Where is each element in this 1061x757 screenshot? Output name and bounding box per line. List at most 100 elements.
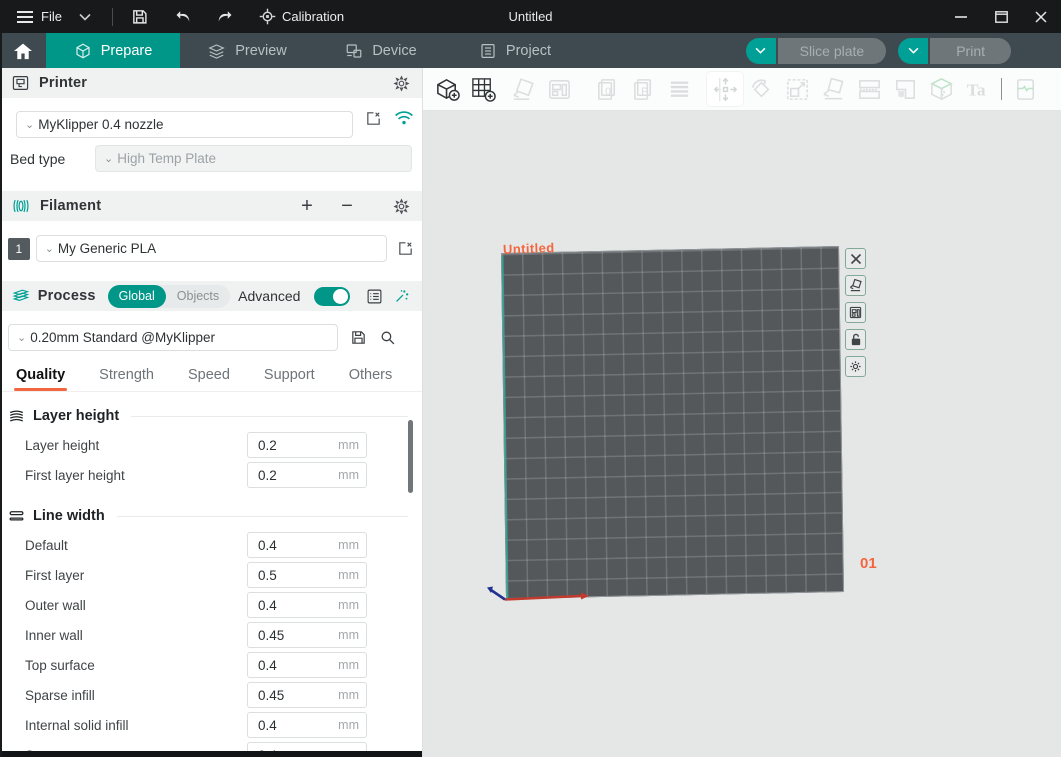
close-button[interactable] (1021, 0, 1061, 33)
plate-settings-button[interactable] (845, 356, 866, 377)
line-width-icon (8, 509, 25, 523)
tab-quality[interactable]: Quality (16, 367, 65, 391)
arrange-plate-button[interactable] (845, 302, 866, 323)
group-divider (131, 416, 408, 417)
outer-wall-line-width-input[interactable] (247, 592, 367, 618)
scale-tool-button[interactable] (779, 72, 815, 106)
printer-preset-select[interactable]: ⌄ MyKlipper 0.4 nozzle (16, 111, 353, 138)
parameter-list-button[interactable] (366, 288, 383, 305)
filament-section-title: Filament (40, 198, 101, 214)
internal-solid-infill-line-width-input[interactable] (247, 712, 367, 738)
scene-3d[interactable]: Untitled 01 (423, 111, 1061, 757)
param-row: First layer height mm (0, 460, 422, 490)
tab-device[interactable]: Device (314, 33, 448, 68)
tab-strength[interactable]: Strength (99, 367, 154, 391)
tab-speed[interactable]: Speed (188, 367, 230, 391)
add-plate-button[interactable] (465, 72, 501, 106)
wifi-icon (394, 110, 414, 126)
text-tool-icon: Ta (964, 76, 991, 103)
tab-project[interactable]: Project (448, 33, 582, 68)
text-tool-button[interactable]: Ta (959, 72, 995, 106)
variable-layer-height-button[interactable] (661, 72, 697, 106)
tab-device-label: Device (372, 43, 416, 59)
add-filament-button[interactable]: + (295, 195, 319, 218)
bed-type-select[interactable]: ⌄ High Temp Plate (95, 145, 412, 172)
gear-icon (393, 75, 410, 92)
toolbar-separator (1001, 78, 1002, 100)
param-field: mm (247, 462, 367, 488)
arrange-button[interactable] (541, 72, 577, 106)
undo-button[interactable] (171, 5, 197, 29)
tab-preview[interactable]: Preview (180, 33, 314, 68)
edit-printer-button[interactable] (365, 110, 382, 127)
layer-height-input[interactable] (247, 432, 367, 458)
orient-plate-button[interactable] (845, 275, 866, 296)
save-preset-button[interactable] (350, 329, 367, 346)
filament-preset-select[interactable]: ⌄ My Generic PLA (36, 235, 387, 262)
printer-settings-button[interactable] (393, 75, 410, 92)
sparse-infill-line-width-input[interactable] (247, 682, 367, 708)
undo-icon (175, 9, 193, 24)
tab-prepare-label: Prepare (101, 43, 153, 59)
split-to-parts-button[interactable] (887, 72, 923, 106)
file-menu-button[interactable]: File (10, 5, 68, 28)
paste-button[interactable]: P (625, 72, 661, 106)
copy-button[interactable]: 0 (589, 72, 625, 106)
minimize-button[interactable] (941, 0, 981, 33)
svg-text:P: P (641, 85, 648, 97)
assembly-view-button[interactable] (1008, 72, 1044, 106)
tab-others[interactable]: Others (349, 367, 393, 391)
assembly-icon (1013, 76, 1040, 103)
advanced-toggle[interactable] (314, 287, 350, 306)
param-field: mm (247, 712, 367, 738)
file-menu-label: File (41, 9, 62, 24)
add-object-button[interactable] (429, 72, 465, 106)
sidebar-scrollbar[interactable] (408, 420, 413, 493)
delete-plate-button[interactable] (845, 248, 866, 269)
mesh-boolean-button[interactable] (923, 72, 959, 106)
remove-filament-button[interactable]: − (335, 195, 359, 218)
filament-settings-button[interactable] (393, 198, 410, 215)
print-dropdown[interactable] (898, 38, 928, 64)
redo-button[interactable] (211, 5, 237, 29)
scope-objects-option[interactable]: Objects (166, 285, 230, 308)
split-to-objects-button[interactable] (851, 72, 887, 106)
slice-plate-dropdown[interactable] (746, 38, 776, 64)
printer-connection-button[interactable] (394, 110, 414, 126)
tab-support[interactable]: Support (264, 367, 315, 391)
move-tool-button[interactable] (707, 72, 743, 106)
lock-plate-button[interactable] (845, 329, 866, 350)
search-preset-button[interactable] (379, 329, 396, 346)
param-label: Outer wall (25, 598, 86, 613)
file-menu-chevron[interactable] (72, 5, 98, 29)
rotate-tool-button[interactable] (743, 72, 779, 106)
slice-plate-button[interactable]: Slice plate (778, 38, 887, 64)
param-label: Internal solid infill (25, 718, 129, 733)
add-plate-icon (470, 76, 497, 103)
edit-filament-button[interactable] (397, 240, 414, 257)
tab-prepare[interactable]: Prepare (46, 33, 180, 68)
magic-wand-button[interactable] (393, 288, 410, 305)
lay-on-face-button[interactable] (815, 72, 851, 106)
inner-wall-line-width-input[interactable] (247, 622, 367, 648)
plate-name-label[interactable]: Untitled (503, 240, 555, 257)
maximize-button[interactable] (981, 0, 1021, 33)
build-plate[interactable] (501, 246, 844, 599)
scope-global-option[interactable]: Global (108, 285, 166, 308)
first-layer-line-width-input[interactable] (247, 562, 367, 588)
process-preset-select[interactable]: ⌄ 0.20mm Standard @MyKlipper (8, 324, 338, 351)
printer-preset-value: MyKlipper 0.4 nozzle (38, 117, 163, 132)
param-row: Sparse infill mm (0, 680, 422, 710)
first-layer-height-input[interactable] (247, 462, 367, 488)
auto-orient-button[interactable] (505, 72, 541, 106)
top-surface-line-width-input[interactable] (247, 652, 367, 678)
print-button[interactable]: Print (930, 38, 1011, 64)
home-button[interactable] (0, 33, 46, 68)
default-line-width-input[interactable] (247, 532, 367, 558)
prepare-icon (74, 42, 92, 60)
chevron-down-icon (79, 13, 91, 21)
save-button[interactable] (127, 5, 153, 29)
process-icon (12, 288, 30, 304)
calibration-button[interactable]: Calibration (255, 8, 348, 25)
window-left-edge (0, 33, 2, 757)
